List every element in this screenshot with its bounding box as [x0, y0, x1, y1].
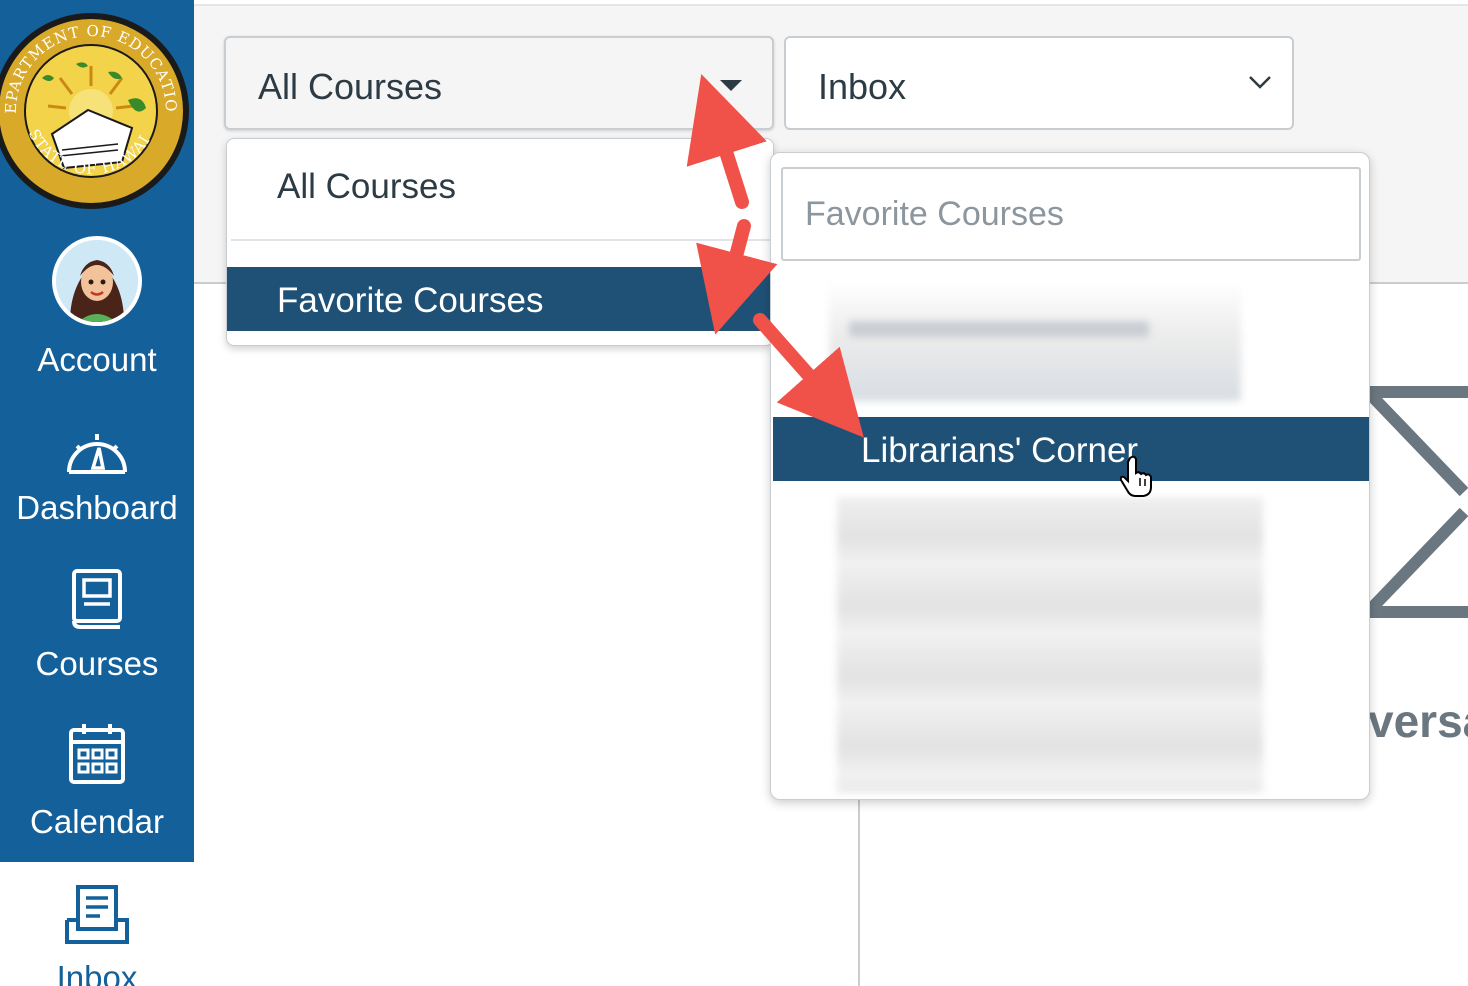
menu-item-all-courses[interactable]: All Courses	[227, 167, 773, 217]
nav-item-courses[interactable]: Courses	[0, 568, 194, 684]
nav-label-courses: Courses	[35, 645, 159, 682]
blurred-course-item[interactable]	[829, 281, 1241, 401]
calendar-icon	[69, 724, 125, 784]
menu-divider	[231, 239, 771, 241]
mailbox-filter-select[interactable]: Inbox	[784, 36, 1294, 130]
nav-item-calendar[interactable]: Calendar	[0, 722, 194, 842]
nav-label-inbox: Inbox	[56, 959, 138, 986]
menu-item-label: Favorite Courses	[277, 281, 544, 320]
nav-label-account: Account	[37, 341, 157, 378]
blurred-course-list[interactable]	[837, 497, 1263, 793]
mailbox-filter-value: Inbox	[818, 66, 907, 107]
dashboard-icon	[67, 434, 127, 474]
doe-hawaii-seal-logo[interactable]: DEPARTMENT OF EDUCATION STATE OF HAWAII	[0, 6, 192, 216]
course-filter-value: All Courses	[258, 66, 443, 107]
nav-label-dashboard: Dashboard	[16, 489, 178, 526]
inbox-icon	[65, 885, 129, 944]
favorite-courses-submenu: Librarians' Corner	[770, 152, 1370, 800]
hand-cursor-icon	[1120, 455, 1152, 497]
menu-item-librarians-corner[interactable]: Librarians' Corner	[773, 417, 1369, 481]
courses-icon	[72, 569, 122, 629]
chevron-down-icon	[1249, 76, 1271, 89]
course-filter-menu: All Courses Favorite Courses	[226, 138, 774, 346]
envelope-icon	[1368, 386, 1468, 618]
nav-label-calendar: Calendar	[30, 803, 164, 840]
menu-item-favorite-courses[interactable]: Favorite Courses	[227, 267, 773, 331]
empty-state-text: versa	[1368, 695, 1468, 747]
course-filter-select[interactable]: All Courses	[224, 36, 774, 130]
global-nav: DEPARTMENT OF EDUCATION STATE OF HAWAII …	[0, 0, 194, 986]
nav-item-inbox[interactable]: Inbox	[0, 884, 194, 986]
favorite-courses-search-input[interactable]	[781, 167, 1361, 261]
nav-item-account[interactable]: Account	[0, 236, 194, 380]
menu-item-label: Librarians' Corner	[861, 431, 1139, 470]
submenu-arrow-icon	[734, 291, 743, 309]
caret-down-icon	[720, 80, 742, 91]
nav-item-dashboard[interactable]: Dashboard	[0, 428, 194, 528]
menu-item-label: All Courses	[277, 167, 456, 206]
avatar	[52, 236, 142, 326]
